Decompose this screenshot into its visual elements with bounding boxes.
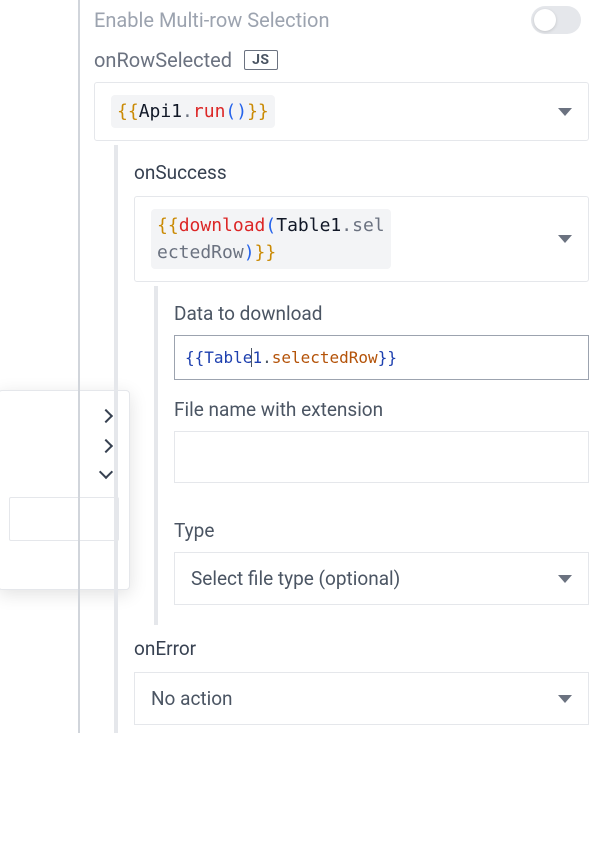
chevron-down-icon: [558, 108, 572, 116]
multirow-selection-label: Enable Multi-row Selection: [94, 8, 330, 32]
onsuccess-action-block: {{download(Table1.selectedRow)}}: [134, 196, 589, 282]
filename-input[interactable]: [174, 431, 589, 483]
onrowselected-action-select[interactable]: {{Api1.run()}}: [95, 83, 588, 140]
multirow-selection-toggle[interactable]: [531, 6, 581, 34]
onerror-action-select[interactable]: No action: [134, 672, 589, 725]
onsuccess-nested: Data to download {{Table1.selectedRow}} …: [154, 286, 589, 625]
onerror-label: onError: [134, 637, 589, 660]
property-panel: Enable Multi-row Selection onRowSelected…: [78, 0, 589, 733]
js-toggle-badge[interactable]: JS: [244, 50, 277, 70]
file-type-select[interactable]: Select file type (optional): [174, 552, 589, 605]
filename-label: File name with extension: [174, 398, 589, 421]
onerror-value: No action: [151, 687, 233, 710]
chevron-down-icon: [558, 235, 572, 243]
data-to-download-label: Data to download: [174, 302, 589, 325]
onsuccess-action-select[interactable]: {{download(Table1.selectedRow)}}: [135, 197, 588, 281]
chevron-down-icon: [558, 575, 572, 583]
data-to-download-input[interactable]: {{Table1.selectedRow}}: [174, 335, 589, 380]
onsuccess-label: onSuccess: [134, 161, 589, 184]
onrowselected-nested: onSuccess {{download(Table1.selectedRow)…: [114, 145, 589, 733]
event-name-label: onRowSelected: [94, 48, 232, 72]
chevron-down-icon: [558, 695, 572, 703]
type-label: Type: [174, 519, 589, 542]
file-type-placeholder: Select file type (optional): [191, 567, 400, 590]
onsuccess-code-expression: {{download(Table1.selectedRow)}}: [151, 209, 391, 269]
onrowselected-action-block: {{Api1.run()}}: [94, 82, 589, 141]
action-code-expression: {{Api1.run()}}: [111, 95, 275, 128]
toggle-knob: [534, 9, 556, 31]
